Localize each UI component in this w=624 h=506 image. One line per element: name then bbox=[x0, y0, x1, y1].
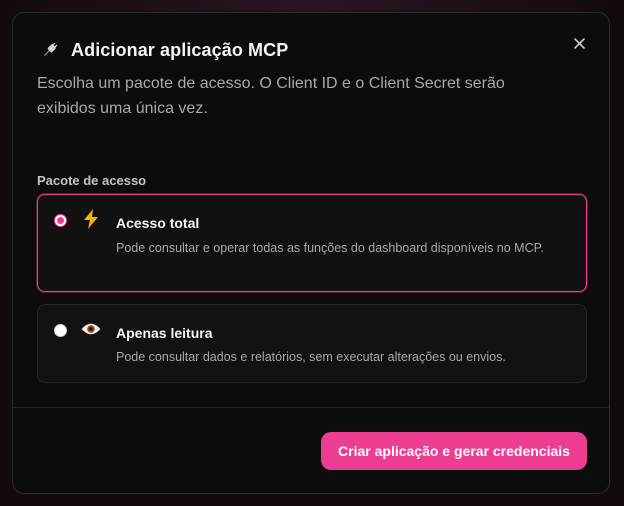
dialog-header: Adicionar aplicação MCP bbox=[39, 39, 549, 61]
dialog-title: Adicionar aplicação MCP bbox=[71, 39, 289, 60]
option-description: Pode consultar dados e relatórios, sem e… bbox=[116, 350, 506, 364]
dialog-description: Escolha um pacote de acesso. O Client ID… bbox=[37, 75, 505, 117]
access-package-label: Pacote de acesso bbox=[37, 173, 147, 188]
option-title: Acesso total bbox=[116, 215, 200, 231]
option-full-access[interactable]: Acesso total Pode consultar e operar tod… bbox=[37, 194, 587, 292]
eye-icon bbox=[80, 318, 102, 340]
option-read-only[interactable]: Apenas leitura Pode consultar dados e re… bbox=[37, 304, 587, 383]
lightning-icon bbox=[80, 208, 102, 230]
option-title: Apenas leitura bbox=[116, 325, 213, 341]
add-mcp-app-dialog: Adicionar aplicação MCP Escolha um pacot… bbox=[12, 12, 610, 494]
create-app-button[interactable]: Criar aplicação e gerar credenciais bbox=[321, 432, 587, 470]
radio-full-access[interactable] bbox=[54, 214, 67, 227]
close-icon bbox=[573, 36, 585, 54]
radio-read-only[interactable] bbox=[54, 324, 67, 337]
option-description: Pode consultar e operar todas as funções… bbox=[116, 241, 544, 255]
plug-icon bbox=[39, 39, 61, 61]
close-button[interactable] bbox=[571, 37, 587, 53]
footer-divider bbox=[13, 407, 609, 408]
